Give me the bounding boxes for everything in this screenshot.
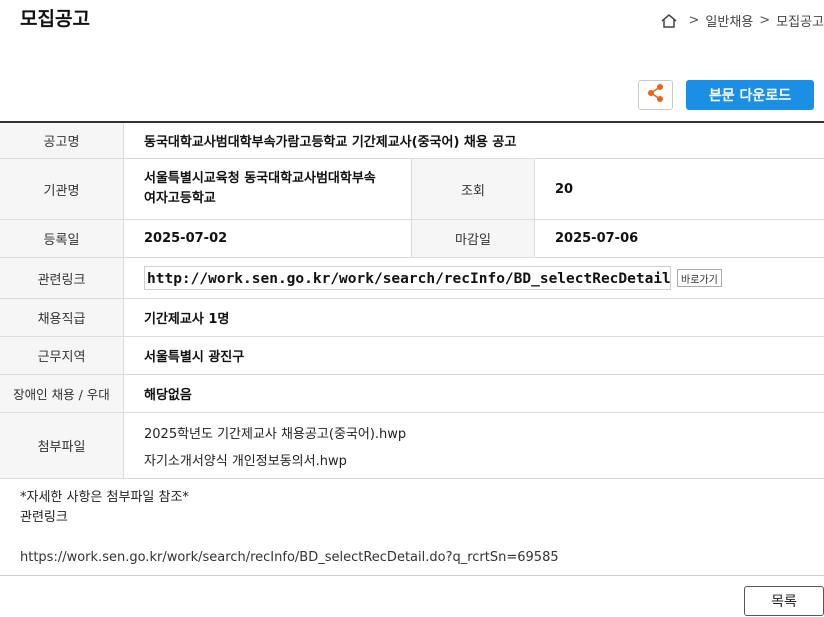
share-button[interactable] xyxy=(638,80,673,110)
table-row: 기관명 서울특별시교육청 동국대학교사범대학부속 여자고등학교 조회 20 xyxy=(0,159,824,220)
table-row: 근무지역 서울특별시 광진구 xyxy=(0,337,824,375)
org-value-line1: 서울특별시교육청 동국대학교사범대학부속 xyxy=(144,171,376,186)
deadline-value: 2025-07-06 xyxy=(555,231,639,246)
location-value: 서울특별시 광진구 xyxy=(144,350,245,365)
position-value: 기간제교사 1명 xyxy=(144,312,230,327)
org-value-line2: 여자고등학교 xyxy=(144,191,216,206)
breadcrumb-item-general[interactable]: 일반채용 xyxy=(705,11,753,30)
title-value: 동국대학교사범대학부속가람고등학교 기간제교사(중국어) 채용 공고 xyxy=(144,135,517,150)
list-button[interactable]: 목록 xyxy=(744,586,824,616)
related-link-field[interactable]: http://work.sen.go.kr/work/search/recInf… xyxy=(144,266,671,290)
table-row: 관련링크 http://work.sen.go.kr/work/search/r… xyxy=(0,258,824,299)
table-row: 첨부파일 2025학년도 기간제교사 채용공고(중국어).hwp 자기소개서양식… xyxy=(0,413,824,479)
recruitment-detail-table: 공고명 동국대학교사범대학부속가람고등학교 기간제교사(중국어) 채용 공고 기… xyxy=(0,121,824,479)
attachment-link[interactable]: 2025학년도 기간제교사 채용공고(중국어).hwp xyxy=(144,423,406,442)
files-label: 첨부파일 xyxy=(0,413,124,478)
breadcrumb-separator: > xyxy=(759,13,771,28)
link-label: 관련링크 xyxy=(0,258,124,298)
views-label: 조회 xyxy=(411,159,535,219)
views-value: 20 xyxy=(555,181,574,197)
disability-label: 장애인 채용 / 우대 xyxy=(0,375,124,412)
note-url[interactable]: https://work.sen.go.kr/work/search/recIn… xyxy=(20,548,559,568)
disability-value: 해당없음 xyxy=(144,388,192,403)
breadcrumb-separator: > xyxy=(688,13,700,28)
notes-section: *자세한 사항은 첨부파일 참조* 관련링크 https://work.sen.… xyxy=(20,488,559,568)
note-line: *자세한 사항은 첨부파일 참조* xyxy=(20,490,189,505)
breadcrumb-item-current[interactable]: 모집공고 xyxy=(776,11,824,30)
download-body-button[interactable]: 본문 다운로드 xyxy=(686,80,814,110)
reg-date-label: 등록일 xyxy=(0,220,124,257)
note-line: 관련링크 xyxy=(20,510,68,525)
link-cell: http://work.sen.go.kr/work/search/recInf… xyxy=(124,258,824,298)
go-button[interactable]: 바로가기 xyxy=(677,269,722,287)
org-value: 서울특별시교육청 동국대학교사범대학부속 여자고등학교 xyxy=(124,159,411,219)
share-icon xyxy=(647,83,665,107)
title-label: 공고명 xyxy=(0,123,124,158)
divider xyxy=(0,575,824,576)
table-row: 채용직급 기간제교사 1명 xyxy=(0,299,824,337)
deadline-label: 마감일 xyxy=(411,220,535,257)
org-label: 기관명 xyxy=(0,159,124,219)
position-label: 채용직급 xyxy=(0,299,124,336)
files-list: 2025학년도 기간제교사 채용공고(중국어).hwp 자기소개서양식 개인정보… xyxy=(124,413,824,478)
table-row: 공고명 동국대학교사범대학부속가람고등학교 기간제교사(중국어) 채용 공고 xyxy=(0,123,824,159)
reg-date-value: 2025-07-02 xyxy=(144,231,228,246)
page-title: 모집공고 xyxy=(20,8,90,30)
table-row: 등록일 2025-07-02 마감일 2025-07-06 xyxy=(0,220,824,258)
breadcrumb: > 일반채용 > 모집공고 xyxy=(660,11,824,30)
table-row: 장애인 채용 / 우대 해당없음 xyxy=(0,375,824,413)
location-label: 근무지역 xyxy=(0,337,124,374)
home-icon[interactable] xyxy=(660,13,678,29)
attachment-link[interactable]: 자기소개서양식 개인정보동의서.hwp xyxy=(144,450,347,469)
